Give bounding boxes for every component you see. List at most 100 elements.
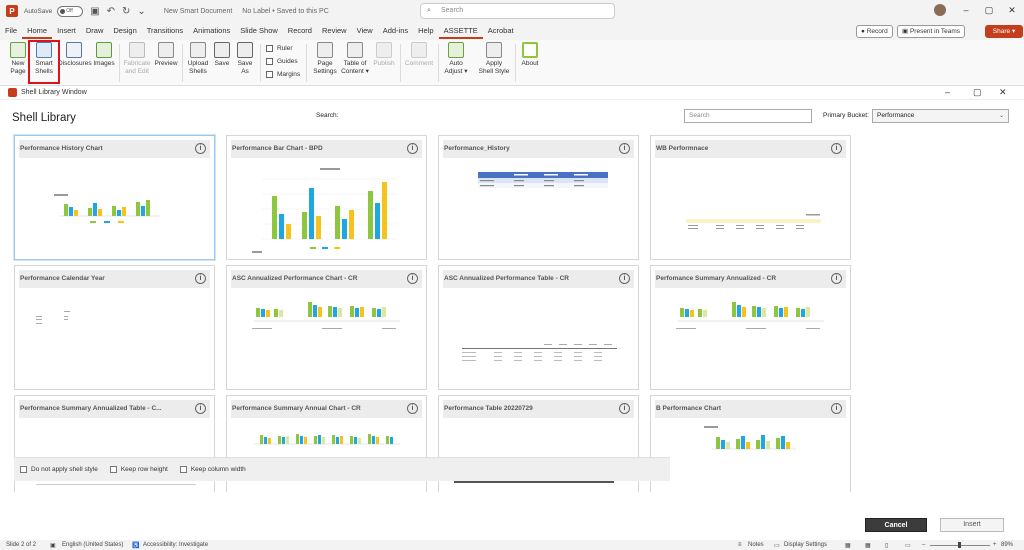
tab-design[interactable]: Design: [108, 23, 141, 39]
shell-card[interactable]: Performance Calendar Year i: [14, 265, 215, 390]
info-icon[interactable]: i: [407, 143, 418, 154]
info-icon[interactable]: i: [831, 403, 842, 414]
redo-icon[interactable]: ↻: [122, 6, 130, 17]
info-icon[interactable]: i: [619, 273, 630, 284]
accessibility-status[interactable]: Accessibility: Investigate: [143, 542, 208, 548]
shell-card[interactable]: Performance_History i: [438, 135, 639, 260]
tab-assette[interactable]: ASSETTE: [438, 23, 483, 39]
zoom-level[interactable]: 89%: [1001, 542, 1013, 548]
shell-thumbnail: [686, 214, 821, 229]
tab-animations[interactable]: Animations: [188, 23, 235, 39]
shell-card[interactable]: B Performance Chart i: [650, 395, 851, 492]
shell-card-title: Perfomance Summary Annualized - CR: [656, 275, 777, 282]
auto-adjust-button[interactable]: Auto Adjust ▾: [442, 42, 470, 76]
maximize-icon[interactable]: ▢: [973, 87, 982, 98]
undo-icon[interactable]: ↶: [107, 6, 115, 17]
apply-shell-style-button[interactable]: Apply Shell Style: [476, 42, 512, 76]
tab-home[interactable]: Home: [22, 23, 53, 39]
tab-draw[interactable]: Draw: [81, 23, 109, 39]
shell-card[interactable]: Perfomance Summary Annualized - CR i: [650, 265, 851, 390]
tab-record[interactable]: Record: [283, 23, 317, 39]
save-shell-button[interactable]: Save: [212, 42, 232, 68]
ruler-checkbox[interactable]: Ruler: [266, 45, 293, 52]
primary-bucket-select[interactable]: Performance ⌄: [872, 109, 1009, 123]
present-in-teams-button[interactable]: ▣ Present in Teams: [897, 25, 966, 38]
comment-button[interactable]: Comment: [404, 42, 434, 68]
gear-icon: [317, 42, 333, 58]
comment-icon: [411, 42, 427, 58]
tab-slide-show[interactable]: Slide Show: [235, 23, 283, 39]
display-settings-button[interactable]: Display Settings: [784, 542, 827, 548]
close-icon[interactable]: ✕: [1001, 2, 1023, 18]
tab-insert[interactable]: Insert: [52, 23, 81, 39]
normal-view-icon[interactable]: ▦: [845, 542, 851, 549]
tab-help[interactable]: Help: [413, 23, 438, 39]
maximize-icon[interactable]: ▢: [978, 2, 1000, 18]
minimize-icon[interactable]: –: [955, 2, 977, 18]
autosave-toggle[interactable]: Off: [57, 5, 84, 17]
keep-column-width-checkbox[interactable]: Keep column width: [179, 466, 246, 473]
tab-review[interactable]: Review: [317, 23, 352, 39]
tab-view[interactable]: View: [352, 23, 378, 39]
info-icon[interactable]: i: [831, 143, 842, 154]
cancel-button[interactable]: Cancel: [865, 518, 927, 532]
search-input[interactable]: Search: [684, 109, 812, 123]
shell-card[interactable]: Performance History Chart i: [14, 135, 215, 260]
avatar[interactable]: [934, 4, 946, 16]
record-button[interactable]: ● Record: [856, 25, 893, 38]
share-button[interactable]: Share ▾: [985, 25, 1023, 38]
shell-card[interactable]: Performance Bar Chart - BPD i: [226, 135, 427, 260]
slide-sorter-icon[interactable]: ▦: [865, 542, 871, 549]
notes-button[interactable]: Notes: [748, 542, 764, 548]
tab-acrobat[interactable]: Acrobat: [483, 23, 519, 39]
upload-shells-button[interactable]: Upload Shells: [186, 42, 210, 76]
zoom-out-icon[interactable]: –: [922, 542, 925, 548]
info-icon[interactable]: i: [195, 403, 206, 414]
table-of-content-button[interactable]: Table of Content ▾: [340, 42, 370, 76]
preview-button[interactable]: Preview: [153, 42, 179, 68]
shell-card[interactable]: ASC Annualized Performance Chart - CR i: [226, 265, 427, 390]
minimize-icon[interactable]: –: [945, 87, 950, 97]
disclosures-button[interactable]: Disclosures: [58, 42, 92, 68]
close-icon[interactable]: ✕: [999, 87, 1007, 98]
save-as-button[interactable]: Save As: [235, 42, 255, 76]
search-box[interactable]: ⌕ Search: [420, 3, 615, 19]
images-button[interactable]: Images: [92, 42, 116, 68]
page-settings-button[interactable]: Page Settings: [311, 42, 339, 76]
shell-card[interactable]: WB Performnace i: [650, 135, 851, 260]
publish-button[interactable]: Publish: [372, 42, 396, 68]
guides-checkbox[interactable]: Guides: [266, 58, 298, 65]
info-icon[interactable]: i: [619, 403, 630, 414]
save-icon[interactable]: ▣: [90, 6, 99, 17]
powerpoint-logo-icon: P: [6, 5, 18, 17]
no-shell-style-checkbox[interactable]: Do not apply shell style: [20, 466, 98, 473]
insert-button[interactable]: Insert: [940, 518, 1004, 532]
margins-checkbox[interactable]: Margins: [266, 71, 300, 78]
reading-view-icon[interactable]: ▯: [885, 542, 888, 549]
zoom-in-icon[interactable]: +: [993, 542, 997, 548]
spellcheck-icon[interactable]: ▣: [50, 542, 56, 549]
customize-icon[interactable]: ⌄: [137, 6, 145, 17]
tab-transitions[interactable]: Transitions: [142, 23, 188, 39]
shell-card[interactable]: ASC Annualized Performance Table - CR i: [438, 265, 639, 390]
label-status[interactable]: No Label • Saved to this PC: [242, 8, 329, 15]
slideshow-view-icon[interactable]: ▭: [905, 542, 911, 549]
language-status[interactable]: English (United States): [62, 542, 123, 548]
about-button[interactable]: About: [518, 42, 542, 68]
info-icon[interactable]: i: [407, 273, 418, 284]
save-as-icon: [237, 42, 253, 58]
info-icon[interactable]: i: [831, 273, 842, 284]
keep-row-height-checkbox[interactable]: Keep row height: [109, 466, 168, 473]
disclosures-icon: [66, 42, 82, 58]
fabricate-edit-button[interactable]: Fabricate and Edit: [122, 42, 152, 76]
info-icon[interactable]: i: [619, 143, 630, 154]
info-icon[interactable]: i: [195, 273, 206, 284]
zoom-slider-thumb[interactable]: [958, 542, 961, 548]
info-icon[interactable]: i: [407, 403, 418, 414]
notes-icon: ≡: [738, 542, 742, 548]
info-icon[interactable]: i: [195, 143, 206, 154]
new-page-button[interactable]: New Page: [8, 42, 28, 76]
tab-add-ins[interactable]: Add-ins: [378, 23, 413, 39]
tab-file[interactable]: File: [0, 23, 22, 39]
dialog-title-bar: Shell Library Window – ▢ ✕: [0, 86, 1024, 100]
